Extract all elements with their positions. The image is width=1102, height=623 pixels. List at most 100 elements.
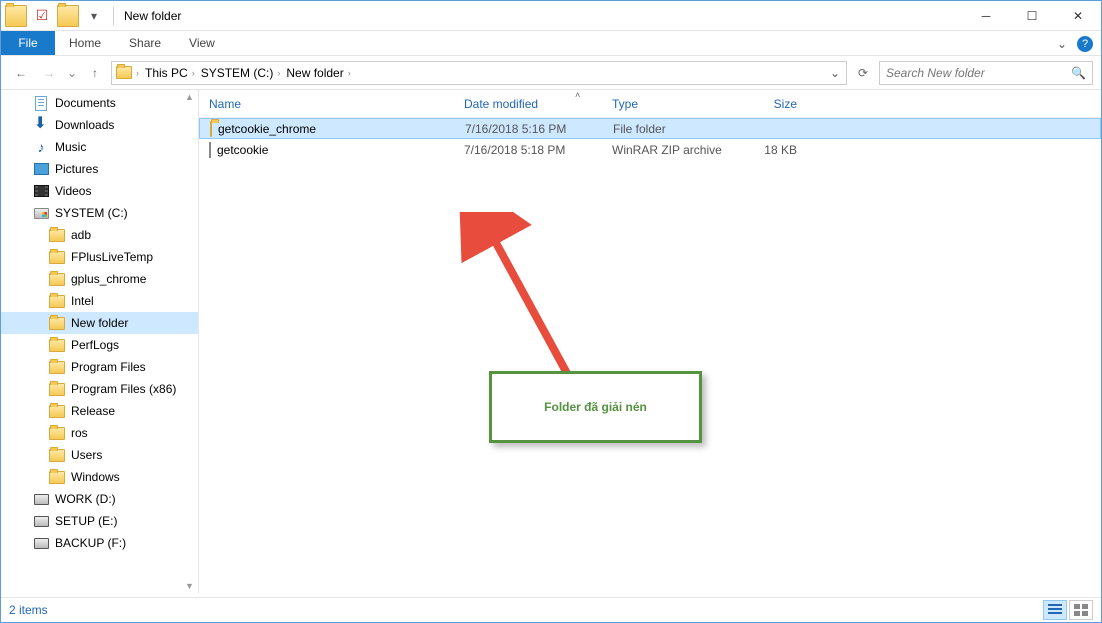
file-name: getcookie [217,143,268,157]
tree-item[interactable]: SETUP (E:) [1,510,198,532]
qat-item[interactable]: ☑ [31,5,53,27]
tree-item-label: ros [71,426,88,440]
drive-icon [33,535,49,551]
view-details-button[interactable] [1043,600,1067,620]
folder-icon [49,447,65,463]
address-dropdown-icon[interactable]: ⌄ [826,66,844,80]
qat-overflow[interactable]: ▾ [83,5,105,27]
tree-item-label: Release [71,404,115,418]
folder-icon [49,403,65,419]
tree-item[interactable]: Program Files [1,356,198,378]
tree-item-label: FPlusLiveTemp [71,250,153,264]
tree-item-label: Program Files [71,360,146,374]
column-headers[interactable]: ˄ Name Date modified Type Size [199,90,1101,118]
folder-icon [49,381,65,397]
column-type[interactable]: Type [602,97,727,111]
annotation-text: Folder đã giải nén [544,400,647,414]
documents-icon [33,95,49,111]
tree-item[interactable]: Windows [1,466,198,488]
address-bar[interactable]: › This PC› SYSTEM (C:)› New folder› ⌄ [111,61,847,85]
drive-icon [33,491,49,507]
pictures-icon [33,161,49,177]
tree-item[interactable]: BACKUP (F:) [1,532,198,554]
tree-item[interactable]: PerfLogs [1,334,198,356]
tree-item[interactable]: Videos [1,180,198,202]
maximize-button[interactable]: ☐ [1009,1,1055,31]
navigation-pane[interactable]: Documents ⬇ Downloads ♪Music Pictures Videos S… [1,90,199,593]
search-input[interactable] [886,66,1065,80]
tree-item-label: Downloads [55,118,114,132]
close-button[interactable]: ✕ [1055,1,1101,31]
back-button[interactable]: ← [9,61,33,85]
music-icon: ♪ [33,139,49,155]
tree-item[interactable]: New folder [1,312,198,334]
drive-icon [33,513,49,529]
sort-indicator-icon: ˄ [575,90,580,100]
file-date: 7/16/2018 5:18 PM [454,143,602,157]
app-icon [5,5,27,27]
tree-item[interactable]: Program Files (x86) [1,378,198,400]
file-row[interactable]: getcookie 7/16/2018 5:18 PMWinRAR ZIP arc… [199,139,1101,160]
forward-button[interactable]: → [37,61,61,85]
breadcrumb[interactable]: SYSTEM (C:) [201,66,274,80]
tree-item[interactable]: Intel [1,290,198,312]
up-button[interactable]: ↑ [83,61,107,85]
tree-item[interactable]: SYSTEM (C:) [1,202,198,224]
qat-item[interactable] [57,5,79,27]
tree-item[interactable]: Documents [1,92,198,114]
refresh-button[interactable]: ⟳ [851,61,875,85]
tree-item[interactable]: Pictures [1,158,198,180]
ribbon-collapse-icon[interactable]: ⌄ [1057,37,1067,51]
tree-item[interactable]: gplus_chrome [1,268,198,290]
folder-icon [49,359,65,375]
tree-item-label: BACKUP (F:) [55,536,126,550]
drive-win-icon [33,205,49,221]
tree-item[interactable]: ros [1,422,198,444]
statusbar: 2 items [1,597,1101,622]
tree-item[interactable]: adb [1,224,198,246]
folder-icon [49,425,65,441]
column-size[interactable]: Size [727,97,807,111]
window-title: New folder [118,9,963,23]
tree-item[interactable]: Users [1,444,198,466]
tree-item[interactable]: ⬇ Downloads [1,114,198,136]
tab-share[interactable]: Share [115,31,175,55]
navbar: ← → ⌄ ↑ › This PC› SYSTEM (C:)› New fold… [1,56,1101,90]
tree-item[interactable]: ♪Music [1,136,198,158]
titlebar: ☑ ▾ New folder ─ ☐ ✕ [1,1,1101,31]
tree-item-label: New folder [71,316,128,330]
zip-icon [209,143,211,157]
tab-view[interactable]: View [175,31,229,55]
column-name[interactable]: Name [199,97,454,111]
tree-item-label: SETUP (E:) [55,514,117,528]
tab-home[interactable]: Home [55,31,115,55]
folder-icon [49,315,65,331]
folder-icon [49,337,65,353]
file-list: ˄ Name Date modified Type Size getcookie… [199,90,1101,593]
minimize-button[interactable]: ─ [963,1,1009,31]
tree-item[interactable]: WORK (D:) [1,488,198,510]
tree-item-label: Intel [71,294,94,308]
tree-item[interactable]: Release [1,400,198,422]
tree-item-label: Pictures [55,162,98,176]
tree-item-label: Windows [71,470,120,484]
breadcrumb[interactable]: This PC [145,66,188,80]
breadcrumb[interactable]: New folder [286,66,343,80]
file-tab[interactable]: File [1,31,55,55]
help-icon[interactable]: ? [1077,36,1093,52]
tree-item[interactable]: FPlusLiveTemp [1,246,198,268]
downloads-icon: ⬇ [33,117,49,133]
recent-locations-button[interactable]: ⌄ [65,61,79,85]
tree-item-label: SYSTEM (C:) [55,206,128,220]
folder-icon [210,122,212,136]
folder-icon [49,227,65,243]
file-row[interactable]: getcookie_chrome7/16/2018 5:16 PMFile fo… [199,118,1101,139]
file-type: WinRAR ZIP archive [602,143,727,157]
folder-icon [49,249,65,265]
view-large-icons-button[interactable] [1069,600,1093,620]
tree-item-label: gplus_chrome [71,272,146,286]
search-box[interactable]: 🔍 [879,61,1093,85]
ribbon: File Home Share View ⌄ ? [1,31,1101,56]
tree-item-label: WORK (D:) [55,492,116,506]
annotation-arrow [459,212,589,387]
